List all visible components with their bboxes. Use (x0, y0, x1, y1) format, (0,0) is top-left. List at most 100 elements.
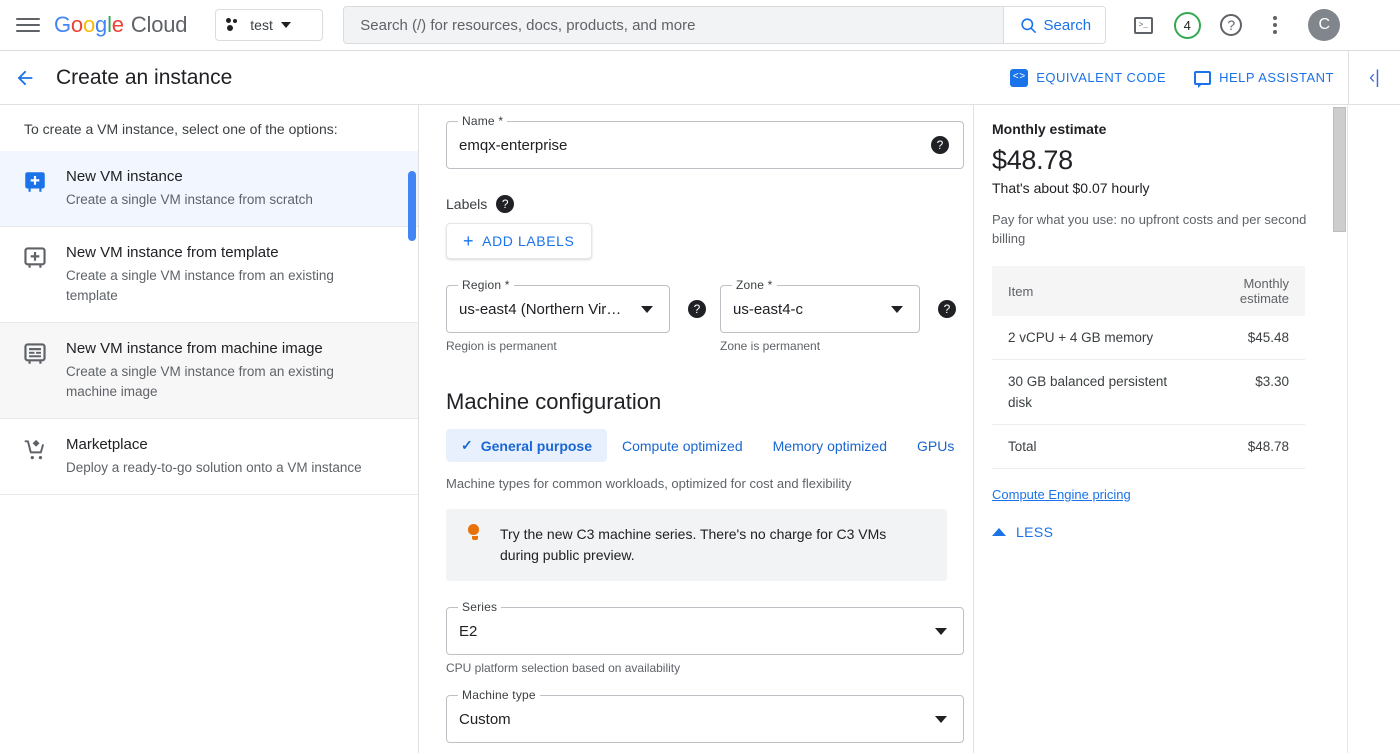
chat-bubble-icon (1194, 70, 1212, 88)
tab-memory-optimized[interactable]: Memory optimized (758, 430, 902, 462)
sidebar-item-subtitle: Create a single VM instance from an exis… (66, 268, 334, 303)
tab-description: Machine types for common workloads, opti… (446, 476, 852, 491)
region-select[interactable]: Region * us-east4 (Northern Virgin... (446, 278, 670, 333)
item-name: Total (992, 424, 1185, 469)
estimate-heading: Monthly estimate (992, 121, 1107, 137)
instance-form-panel: Name * ? Labels ? + ADD LABELS Region * … (420, 105, 973, 753)
sidebar-item-title: Marketplace (66, 436, 148, 453)
item-estimate: $45.48 (1184, 316, 1305, 360)
region-value: us-east4 (Northern Virgin... (459, 300, 639, 318)
chevron-down-icon[interactable] (935, 715, 947, 723)
sidebar-item-new-vm-instance[interactable]: New VM instance Create a single VM insta… (0, 151, 418, 227)
name-input[interactable] (447, 136, 931, 154)
name-field-label: Name * (458, 114, 508, 128)
back-arrow-icon[interactable] (8, 61, 42, 95)
arrow-left-icon (17, 70, 33, 85)
labels-label: Labels (446, 196, 488, 212)
series-hint: CPU platform selection based on availabi… (446, 661, 681, 675)
machine-type-value: Custom (459, 710, 511, 728)
sidebar-item-new-vm-from-template[interactable]: New VM instance from template Create a s… (0, 227, 418, 323)
sidebar-item-subtitle: Create a single VM instance from scratch (66, 192, 313, 207)
page-title: Create an instance (56, 65, 233, 89)
less-toggle-button[interactable]: LESS (992, 524, 1325, 540)
tab-label: Compute optimized (622, 437, 743, 454)
table-row-total: Total $48.78 (992, 424, 1305, 469)
plus-icon: + (463, 231, 475, 251)
help-assistant-button[interactable]: HELP ASSISTANT (1180, 70, 1348, 88)
region-zone-row: Region * us-east4 (Northern Virgin... Re… (420, 278, 973, 353)
sidebar-item-subtitle: Deploy a ready-to-go solution onto a VM … (66, 460, 362, 475)
add-labels-label: ADD LABELS (482, 233, 575, 249)
help-icon: ? (1220, 14, 1243, 36)
tab-label: GPUs (917, 437, 955, 454)
estimate-note: Pay for what you use: no upfront costs a… (992, 212, 1307, 246)
labels-help-icon[interactable]: ? (496, 195, 515, 213)
c3-promo-text: Try the new C3 machine series. There's n… (500, 526, 887, 563)
tab-label: Memory optimized (772, 437, 887, 454)
item-name: 30 GB balanced persistent disk (992, 359, 1185, 425)
sidebar-item-new-vm-from-machine-image[interactable]: New VM instance from machine image Creat… (0, 323, 418, 419)
name-help-icon[interactable]: ? (931, 136, 949, 154)
series-field-label: Series (458, 600, 502, 614)
series-field-wrapper: Series E2 CPU platform selection based o… (446, 600, 964, 675)
search-bar[interactable]: Search (343, 6, 1107, 44)
equivalent-code-button[interactable]: <> EQUIVALENT CODE (996, 68, 1180, 87)
google-wordmark: Google (54, 12, 124, 37)
machine-family-tabs: ✓ General purpose Compute optimized Memo… (446, 429, 973, 462)
code-icon: <> (1010, 68, 1029, 87)
search-button[interactable]: Search (1003, 7, 1106, 43)
less-label: LESS (1016, 524, 1054, 540)
item-estimate: $3.30 (1184, 359, 1305, 425)
region-help-icon[interactable]: ? (688, 300, 706, 318)
c3-promo-banner: Try the new C3 machine series. There's n… (446, 509, 947, 581)
collapse-panel-icon[interactable]: ‹| (1348, 51, 1400, 104)
help-assistant-label: HELP ASSISTANT (1219, 70, 1334, 85)
tab-compute-optimized[interactable]: Compute optimized (607, 430, 758, 462)
zone-help-icon[interactable]: ? (938, 300, 956, 318)
column-header-item: Item (992, 266, 1185, 316)
tab-label: General purpose (480, 437, 592, 454)
chevron-up-icon (992, 528, 1006, 536)
search-input[interactable] (344, 7, 1004, 43)
tab-general-purpose[interactable]: ✓ General purpose (446, 429, 607, 462)
zone-field-wrapper: Zone * us-east4-c Zone is permanent (720, 278, 920, 353)
more-options-button[interactable] (1256, 6, 1294, 44)
sidebar-item-marketplace[interactable]: Marketplace Deploy a ready-to-go solutio… (0, 419, 418, 495)
avatar[interactable]: C (1308, 9, 1341, 41)
name-field[interactable]: Name * ? (446, 114, 964, 169)
column-header-monthly-estimate: Monthly estimate (1184, 266, 1305, 316)
right-panel-scrollbar[interactable] (1333, 107, 1346, 232)
machine-type-field-label: Machine type (458, 688, 540, 702)
tab-gpus[interactable]: GPUs (902, 430, 969, 462)
page-header-actions: <> EQUIVALENT CODE HELP ASSISTANT ‹| (996, 51, 1400, 104)
left-panel-scrollbar[interactable] (408, 171, 416, 241)
labels-header: Labels ? (446, 195, 973, 213)
project-selector[interactable]: test (215, 9, 324, 41)
machine-type-select[interactable]: Machine type Custom (446, 688, 964, 743)
chevron-down-icon (280, 22, 291, 28)
search-icon (1020, 17, 1036, 33)
chevron-down-icon[interactable] (641, 305, 653, 313)
google-cloud-logo[interactable]: Google Cloud (54, 12, 187, 38)
project-dots-icon (226, 17, 242, 33)
help-button[interactable]: ? (1212, 6, 1250, 44)
hamburger-menu-icon[interactable] (16, 13, 40, 37)
chevron-down-icon[interactable] (935, 627, 947, 635)
notifications-button[interactable]: 4 (1168, 6, 1206, 44)
chevron-down-icon[interactable] (891, 305, 903, 313)
series-select[interactable]: Series E2 (446, 600, 964, 655)
add-labels-button[interactable]: + ADD LABELS (446, 223, 592, 259)
estimate-table: Item Monthly estimate 2 vCPU + 4 GB memo… (992, 266, 1305, 469)
lightbulb-icon (468, 524, 482, 544)
item-estimate: $48.78 (1184, 424, 1305, 469)
cloud-shell-button[interactable]: >_ (1124, 6, 1162, 44)
compute-engine-pricing-link[interactable]: Compute Engine pricing (992, 487, 1131, 502)
top-actions-group: >_ 4 ? C (1124, 6, 1356, 44)
item-name: 2 vCPU + 4 GB memory (992, 316, 1185, 360)
zone-select[interactable]: Zone * us-east4-c (720, 278, 920, 333)
vm-plus-filled-icon (22, 167, 48, 210)
cloud-wordmark: Cloud (130, 12, 188, 37)
machine-configuration-heading: Machine configuration (446, 389, 662, 414)
sidebar-item-title: New VM instance from machine image (66, 340, 323, 357)
table-row: 30 GB balanced persistent disk $3.30 (992, 359, 1305, 425)
